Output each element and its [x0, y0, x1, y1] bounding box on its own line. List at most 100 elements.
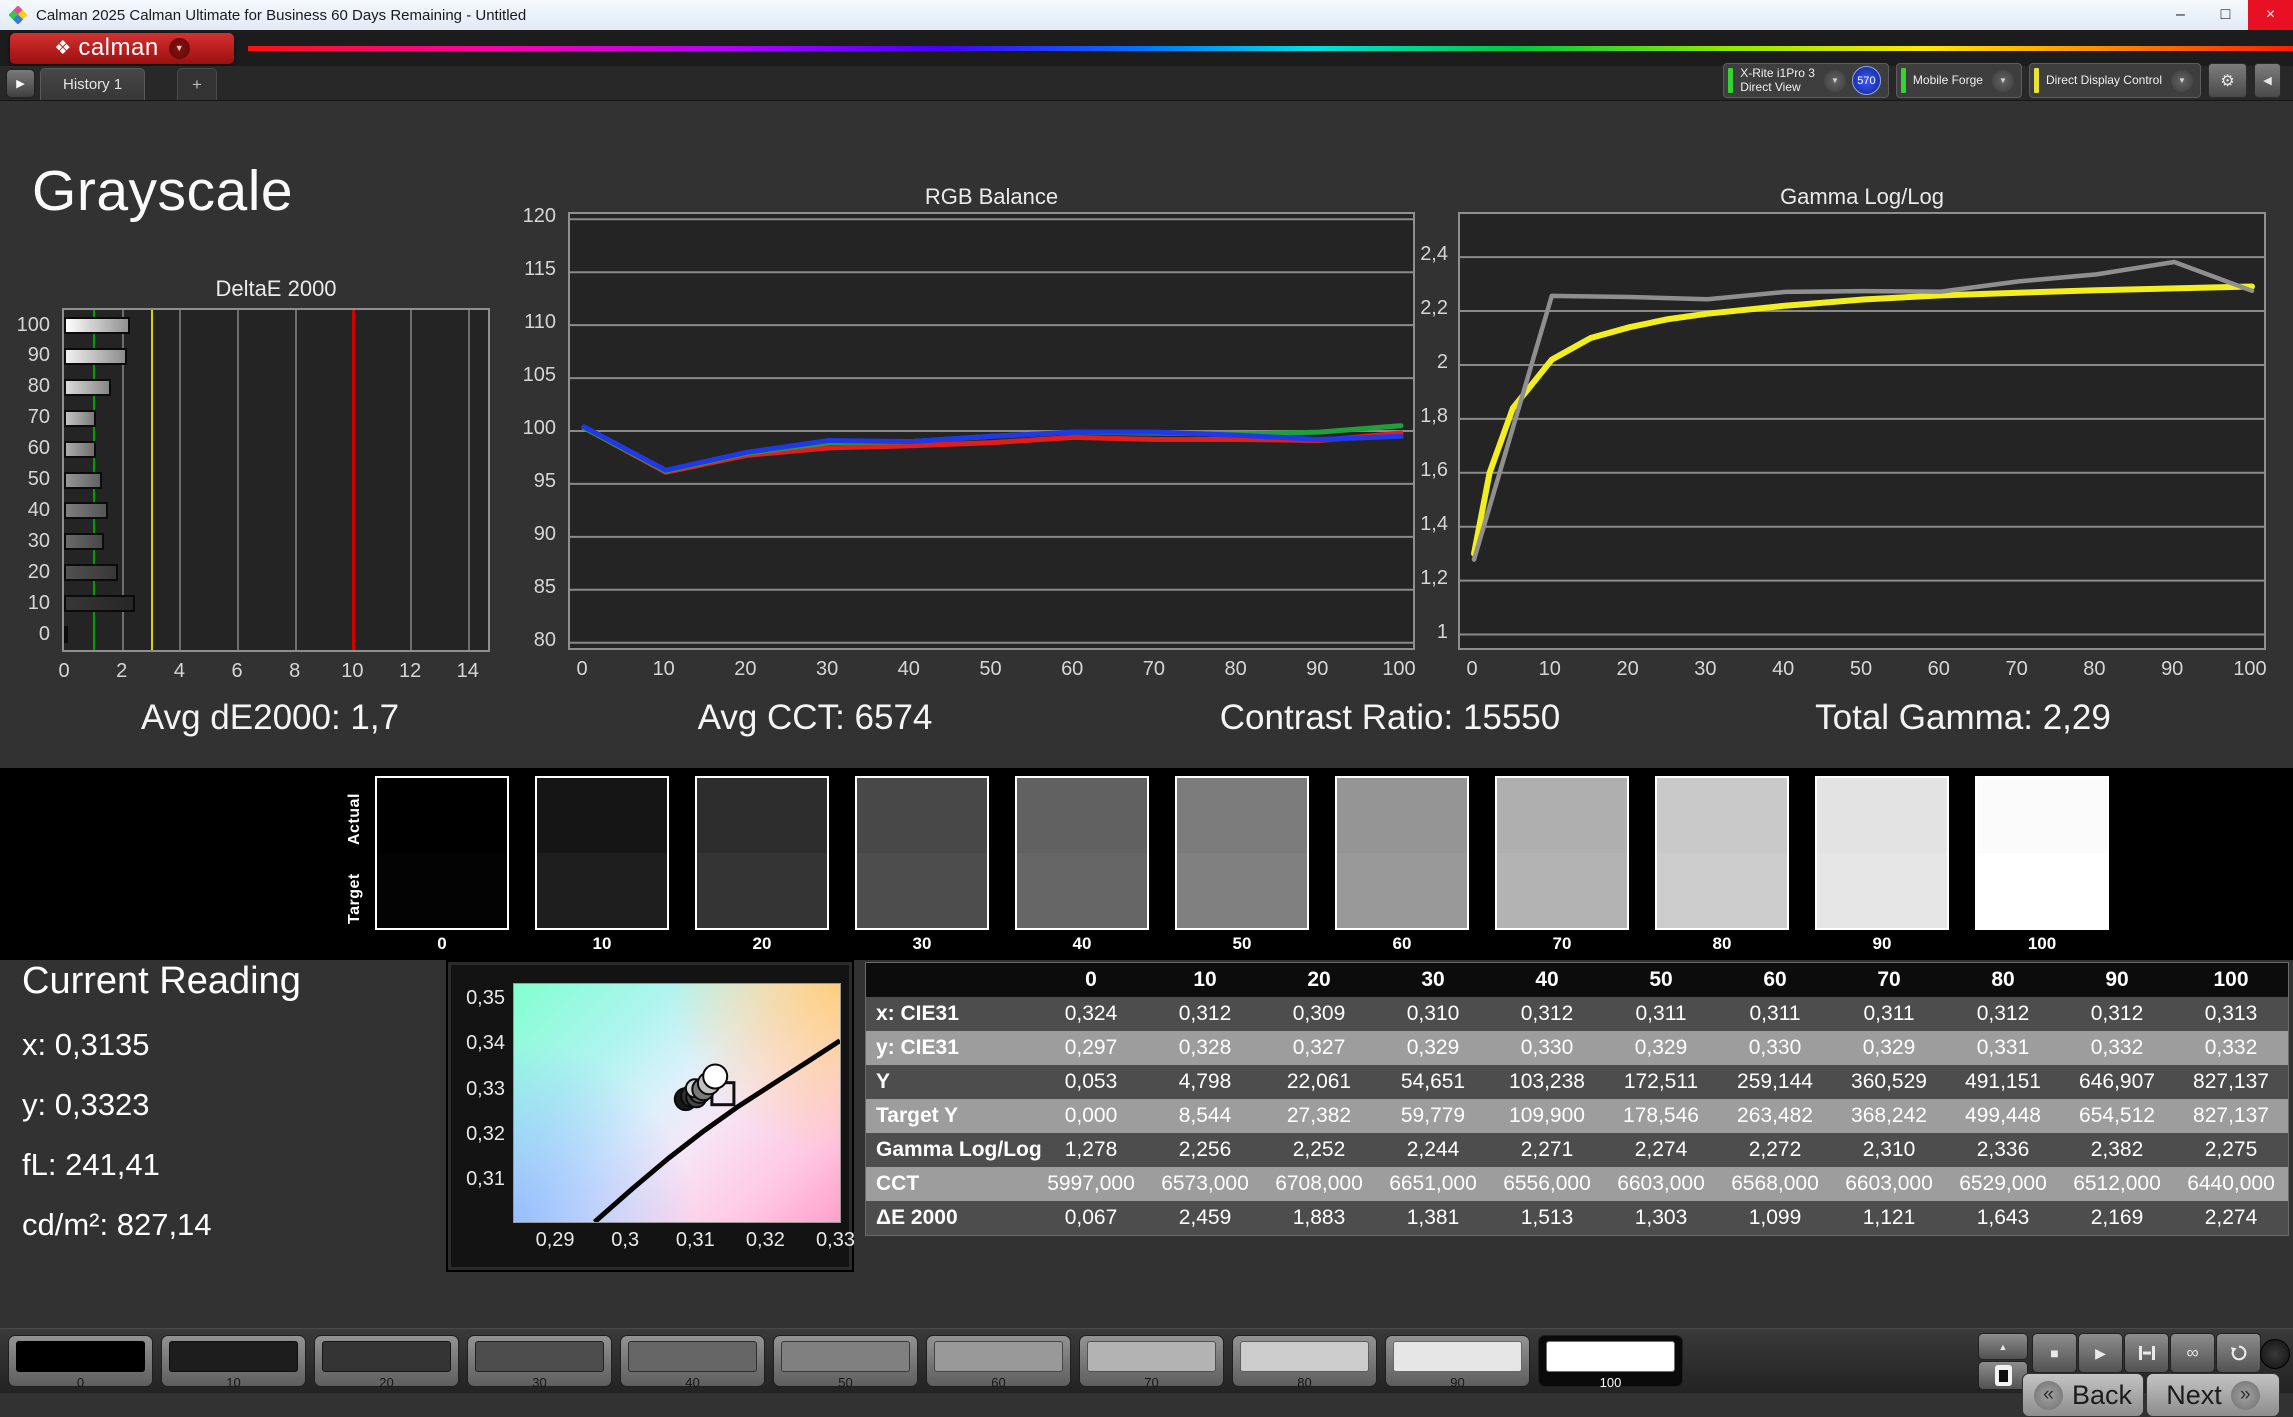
deltae-chart: [62, 308, 490, 652]
patch-button-100[interactable]: 100: [1538, 1335, 1683, 1390]
reading-y: y: 0,3323: [22, 1087, 150, 1122]
history-play-button[interactable]: ▶: [6, 69, 35, 98]
table-cell: 2,274: [1634, 1138, 1688, 1161]
patch-button-60[interactable]: 60: [926, 1335, 1071, 1390]
y-tick-label: 1,8: [1420, 404, 1448, 427]
patch-button-0[interactable]: 0: [8, 1335, 153, 1390]
patch-button-10[interactable]: 10: [161, 1335, 306, 1390]
y-tick-label: 100: [16, 313, 50, 336]
reading-cdm2: cd/m²: 827,14: [22, 1207, 212, 1242]
row-label: CCT: [876, 1172, 920, 1195]
reference-line-bad: [352, 310, 356, 650]
reading-fl: fL: 241,41: [22, 1147, 160, 1182]
x-tick-label: 80: [1224, 658, 1247, 680]
next-button[interactable]: Next »: [2146, 1373, 2280, 1417]
table-cell: 2,336: [1976, 1138, 2030, 1161]
measured-line: [1471, 259, 2255, 562]
patch-button-50[interactable]: 50: [773, 1335, 918, 1390]
patch-button-20[interactable]: 20: [314, 1335, 459, 1390]
toolbar-expand-button[interactable]: ▲: [1978, 1333, 2028, 1360]
continuous-measure-button[interactable]: ∞: [2170, 1333, 2215, 1373]
probe-dropdown[interactable]: X-Rite i1Pro 3 Direct View ▼ 570: [1723, 63, 1889, 98]
table-row: Y 0,053 4,798 22,061 54,651 103,238 172,511 259…: [866, 1065, 2288, 1099]
table-cell: 0,000: [1064, 1104, 1118, 1127]
single-measure-button[interactable]: [2124, 1333, 2169, 1373]
patch-button-90[interactable]: 90: [1385, 1335, 1530, 1390]
x-tick-label: 8: [289, 660, 301, 682]
table-cell: 0,329: [1634, 1036, 1688, 1059]
patch-button-30[interactable]: 30: [467, 1335, 612, 1390]
rgb-x-axis: 0 10 20 30 40 50 60 70 80 90 100: [568, 658, 1415, 684]
collapse-panel-button[interactable]: ◀: [2254, 63, 2281, 98]
patch-button-40[interactable]: 40: [620, 1335, 765, 1390]
brand-bar: ❖ calman ▼: [0, 30, 2293, 66]
y-tick-label: 90: [533, 522, 556, 545]
display-control-dropdown[interactable]: Direct Display Control ▼: [2028, 63, 2201, 98]
patch-label: 0: [76, 1375, 85, 1390]
patch-label: 10: [226, 1375, 241, 1390]
add-tab-button[interactable]: +: [177, 68, 217, 100]
gridline: [179, 310, 182, 650]
stop-button[interactable]: ■: [2032, 1333, 2077, 1373]
x-tick-label: 30: [815, 658, 839, 680]
x-tick-label: 100: [2233, 658, 2267, 680]
x-tick-label: 2: [116, 660, 128, 682]
column-header: 20: [1307, 968, 1331, 991]
maximize-button[interactable]: □: [2203, 0, 2248, 30]
swatch-30: [855, 776, 989, 930]
gridline: [410, 310, 413, 650]
target-half: [697, 853, 827, 928]
patch-swatch: [475, 1341, 604, 1372]
table-cell: 2,244: [1406, 1138, 1460, 1161]
meter-cluster: X-Rite i1Pro 3 Direct View ▼ 570 Mobile …: [1723, 63, 2281, 98]
x-tick-label: 12: [398, 660, 422, 682]
patch-label: 40: [685, 1375, 700, 1390]
swatch-50: [1175, 776, 1309, 930]
table-cell: 1,278: [1064, 1138, 1118, 1161]
settings-button[interactable]: ⚙: [2208, 63, 2247, 98]
back-button[interactable]: « Back: [2022, 1373, 2144, 1417]
play-button[interactable]: ▶: [2078, 1333, 2123, 1373]
record-button[interactable]: [2260, 1339, 2290, 1369]
reading-x: x: 0,3135: [22, 1027, 150, 1062]
x-tick-label: 100: [1382, 658, 1416, 680]
patch-label: 90: [1450, 1375, 1465, 1390]
close-button[interactable]: ×: [2248, 0, 2293, 30]
total-gamma-stat: Total Gamma: 2,29: [1815, 698, 2111, 737]
rgb-balance-chart: [568, 212, 1415, 650]
patch-swatch: [781, 1341, 910, 1372]
pattern-window-button[interactable]: [1978, 1361, 2028, 1390]
column-header: 80: [1991, 968, 2015, 991]
grayscale-swatch-strip: Actual Target 0 10 20 30 40 50 60 70 80 90 100: [0, 768, 2293, 960]
tab-history-1[interactable]: History 1: [40, 68, 146, 100]
x-tick-label: 90: [1306, 658, 1329, 680]
y-tick-label: 80: [27, 375, 50, 398]
patch-button-80[interactable]: 80: [1232, 1335, 1377, 1390]
calman-menu-button[interactable]: ❖ calman ▼: [10, 32, 234, 64]
y-tick-label: 10: [27, 591, 50, 614]
table-row: Gamma Log/Log 1,278 2,256 2,252 2,244 2,271 2,…: [866, 1133, 2288, 1167]
table-cell: 368,242: [1851, 1104, 1927, 1127]
x-tick-label: 20: [734, 658, 757, 680]
refresh-icon: [2230, 1345, 2246, 1361]
patch-button-70[interactable]: 70: [1079, 1335, 1224, 1390]
swatch-level-label: 60: [1392, 934, 1412, 953]
table-cell: 2,169: [2090, 1206, 2144, 1229]
table-cell: 1,883: [1292, 1206, 1346, 1229]
rgb-y-axis: 120 115 110 105 100 95 90 85 80: [500, 205, 560, 650]
target-half: [1497, 853, 1627, 928]
table-cell: 0,331: [1976, 1036, 2030, 1059]
table-cell: 6440,000: [2187, 1172, 2275, 1195]
swatch-level-label: 0: [437, 934, 447, 953]
row-label: Y: [876, 1070, 891, 1093]
grayscale-data-table: 0 10 20 30 40 50 60 70 80 90 100 x: CIE31 0,324 0,312…: [865, 962, 2289, 1236]
patch-label: 20: [379, 1375, 394, 1390]
table-cell: 6603,000: [1845, 1172, 1933, 1195]
play-icon: ▶: [16, 78, 25, 90]
refresh-button[interactable]: [2216, 1333, 2261, 1373]
minimize-button[interactable]: –: [2158, 0, 2203, 30]
pattern-source-dropdown[interactable]: Mobile Forge ▼: [1895, 63, 2022, 98]
table-cell: 0,312: [2090, 1002, 2144, 1025]
target-half: [1977, 853, 2107, 928]
x-tick-label: 6: [231, 660, 243, 682]
